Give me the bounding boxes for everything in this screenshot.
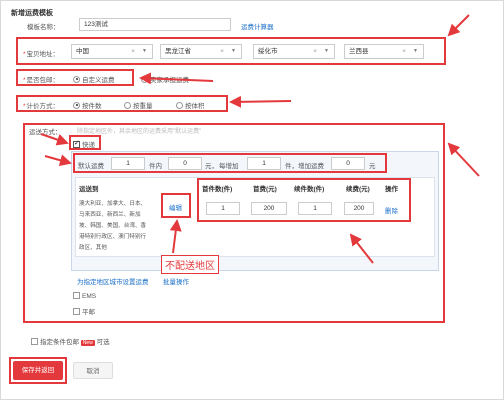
- arrow-ship-from: [447, 14, 470, 37]
- annotation-arrows: [40, 14, 480, 264]
- arrow-express: [40, 133, 69, 146]
- arrow-free-shipping: [139, 72, 214, 85]
- arrow-default-fee: [44, 154, 72, 167]
- arrow-shipping-methods: [447, 142, 480, 177]
- arrow-pricing: [229, 95, 292, 108]
- arrow-fee-inputs: [349, 233, 374, 264]
- arrow-edit: [169, 219, 182, 254]
